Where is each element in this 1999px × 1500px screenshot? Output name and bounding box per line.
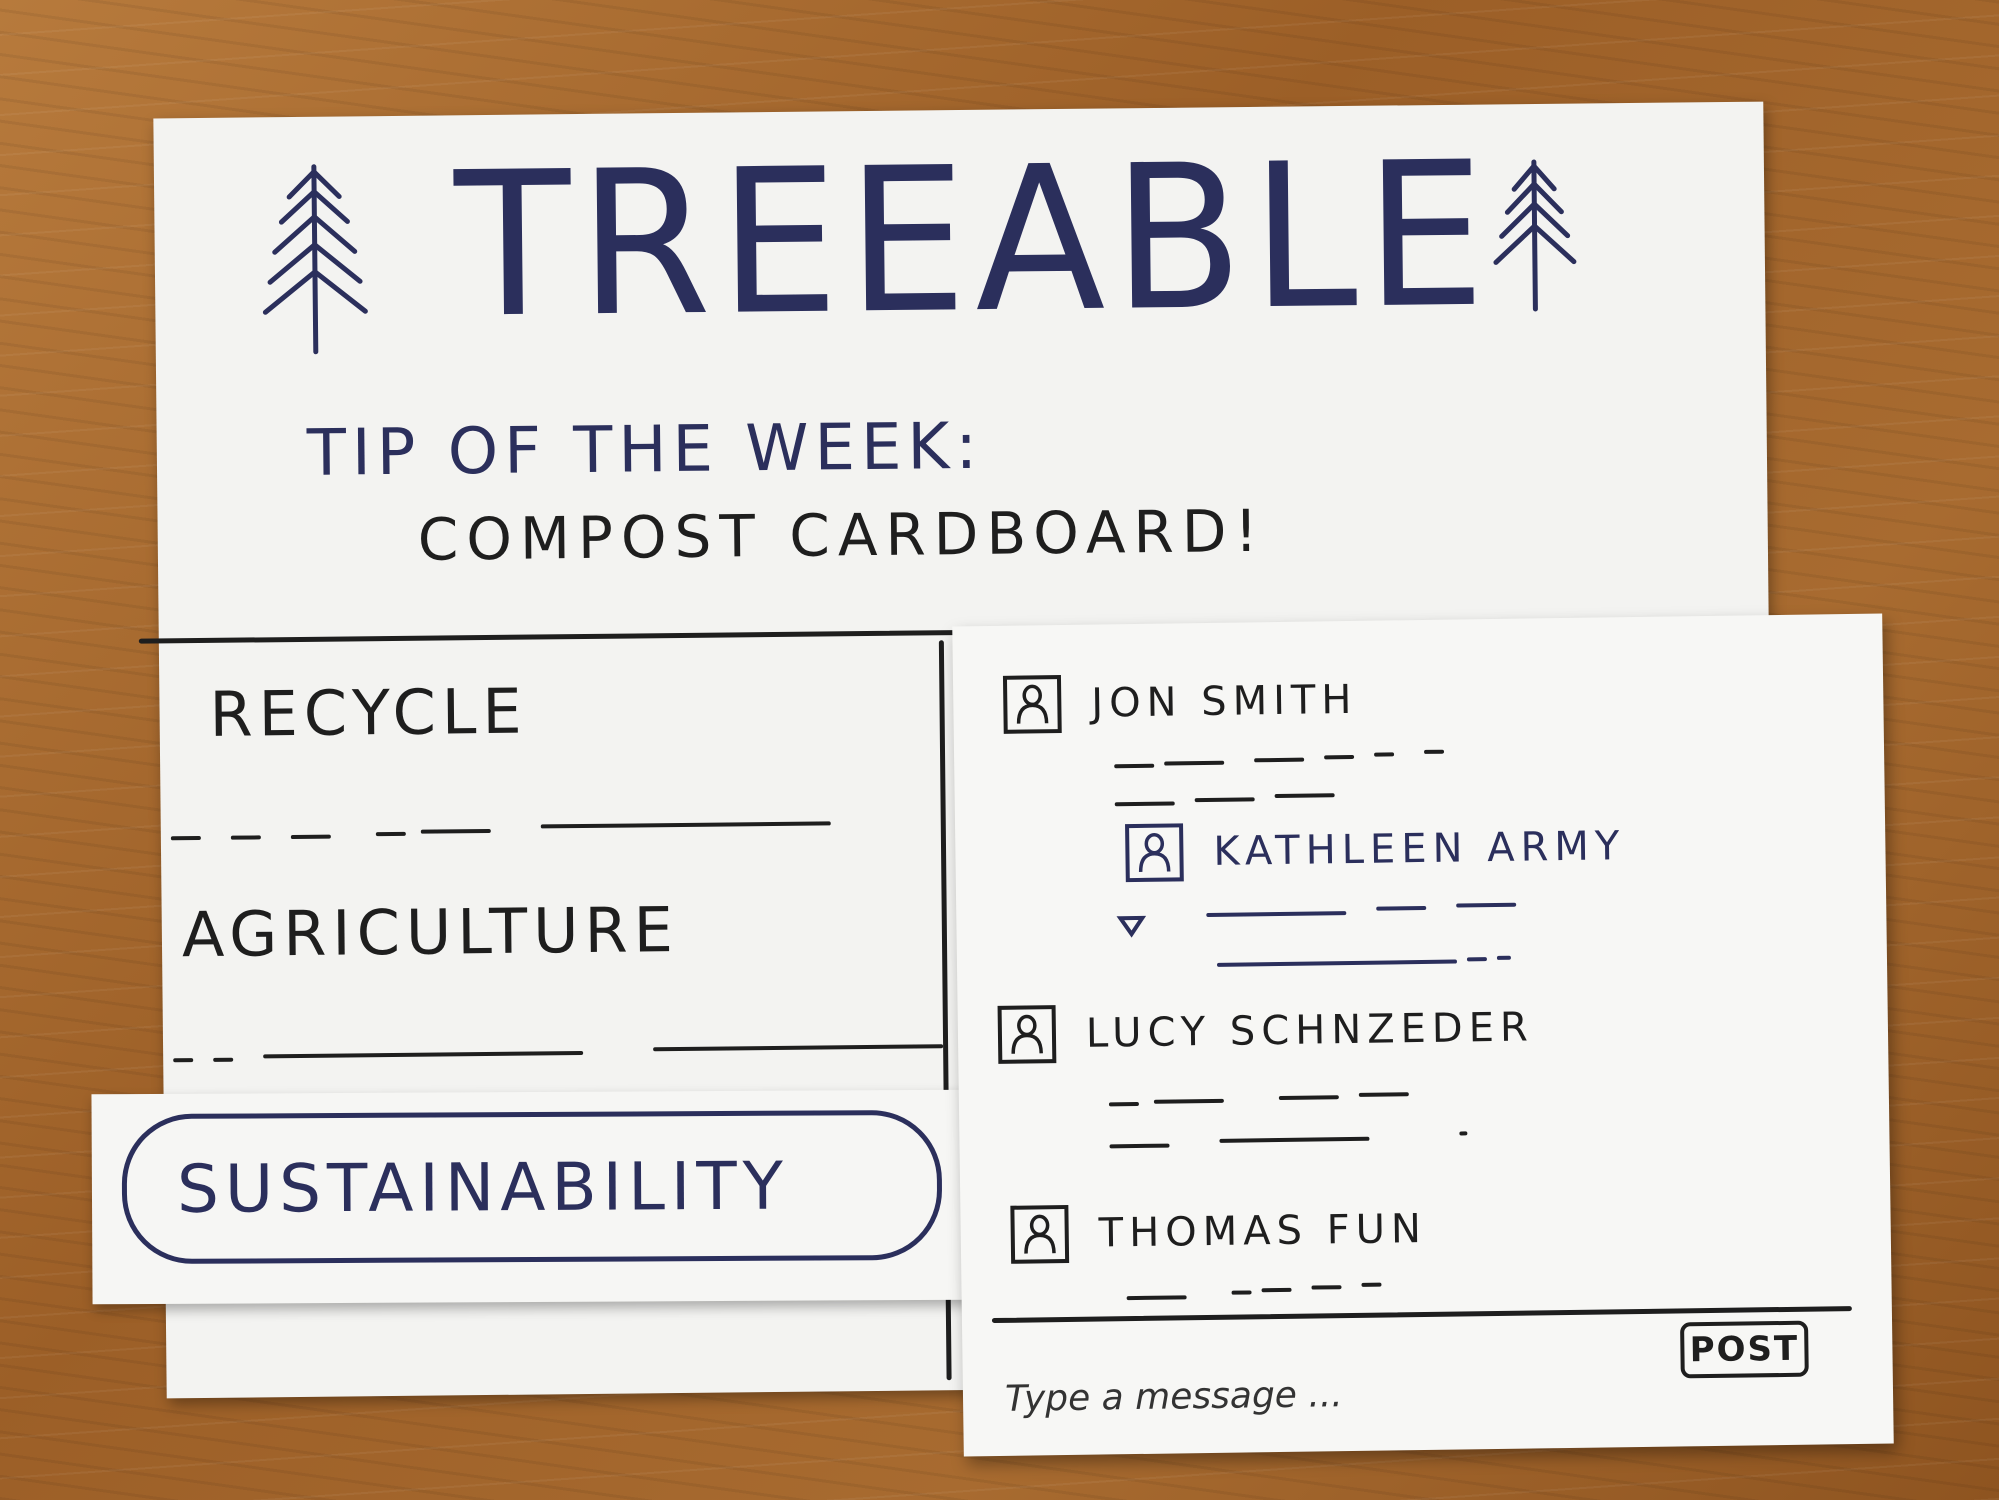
category-recycle[interactable]: RECYCLE [209, 675, 528, 751]
tree-icon [1493, 159, 1577, 312]
post-button[interactable]: POST [1680, 1320, 1809, 1379]
selected-category-tab-panel: SUSTAINABILITY [91, 1089, 973, 1305]
category-agriculture[interactable]: AGRICULTURE [182, 893, 680, 971]
user-avatar-icon [1125, 823, 1184, 883]
tree-icon [262, 164, 368, 355]
message-author: JON SMITH [1091, 676, 1358, 727]
app-title: TREEABLE [453, 118, 1495, 362]
user-avatar-icon [1002, 675, 1062, 734]
tip-of-week-label: TIP OF THE WEEK: [306, 409, 984, 491]
chat-message: JON SMITH [1002, 671, 1358, 734]
chat-panel: JON SMITH KATHLEEN ARMY LUCY SCHNZEDER T… [952, 613, 1894, 1457]
chat-reply-message: KATHLEEN ARMY [1125, 817, 1626, 883]
message-author: KATHLEEN ARMY [1213, 823, 1626, 875]
reply-arrow-icon[interactable] [1116, 914, 1147, 938]
message-input[interactable] [1002, 1359, 1608, 1430]
chat-message: LUCY SCHNZEDER [997, 998, 1535, 1064]
category-agriculture-preview [153, 102, 1763, 1063]
chat-message: THOMAS FUN [1010, 1200, 1427, 1264]
message-author: LUCY SCHNZEDER [1085, 1004, 1535, 1057]
category-recycle-preview [153, 102, 1763, 841]
composer-divider [991, 1306, 1852, 1324]
tip-of-week-text: COMPOST CARDBOARD! [417, 496, 1267, 574]
user-avatar-icon [1010, 1204, 1070, 1264]
user-avatar-icon [997, 1005, 1057, 1064]
message-author: THOMAS FUN [1098, 1205, 1428, 1257]
category-sustainability[interactable]: SUSTAINABILITY [121, 1109, 943, 1265]
